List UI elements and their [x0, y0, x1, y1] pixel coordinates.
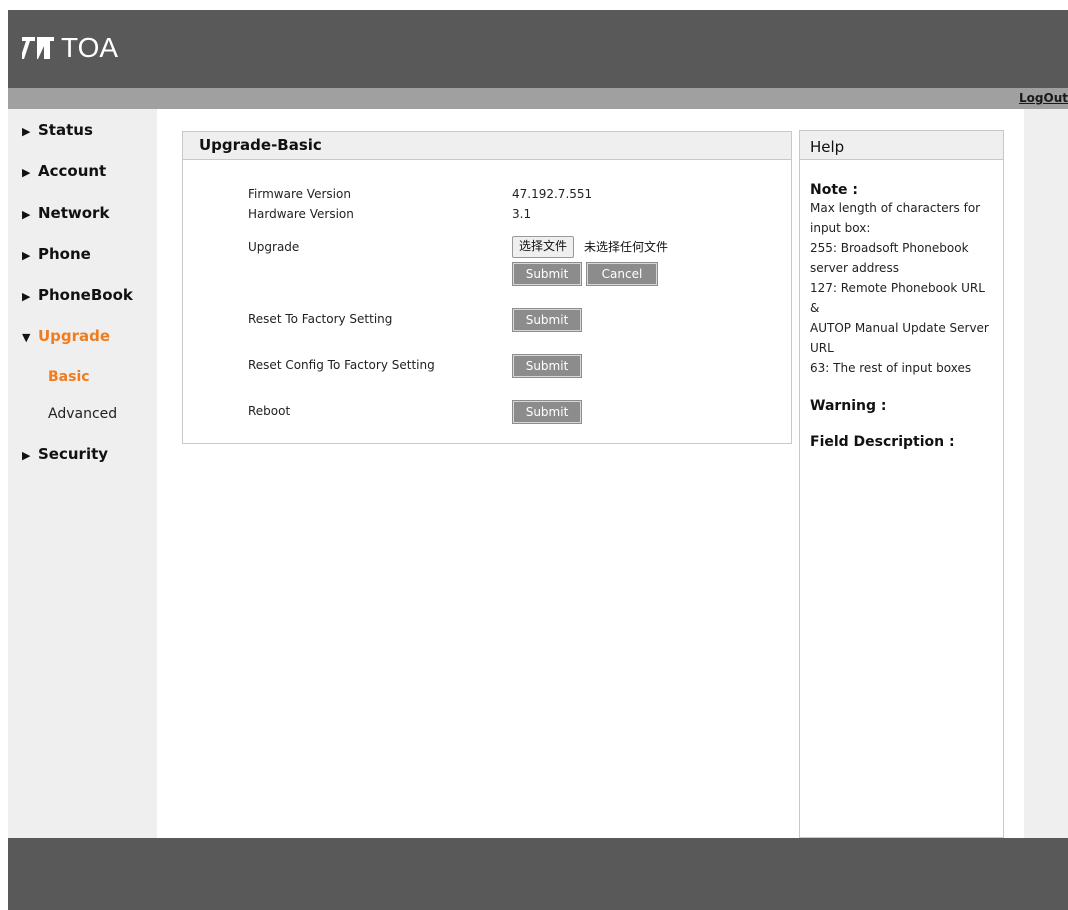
upgrade-basic-panel: Upgrade-Basic Firmware Version 47.192.7.… — [182, 131, 792, 444]
note-line: input box: — [810, 221, 871, 235]
triangle-right-icon: ▶ — [22, 125, 31, 138]
hardware-version-value: 3.1 — [512, 207, 532, 221]
note-line: 63: The rest of input boxes — [810, 361, 972, 375]
note-line: AUTOP Manual Update Server — [810, 321, 989, 335]
firmware-version-label: Firmware Version — [248, 187, 351, 201]
sidebar-subitem-advanced[interactable]: Advanced — [48, 406, 117, 422]
reboot-label: Reboot — [248, 404, 291, 418]
triangle-right-icon: ▶ — [22, 290, 31, 303]
triangle-right-icon: ▶ — [22, 449, 31, 462]
sidebar-item-account[interactable]: ▶ Account — [22, 162, 106, 180]
sidebar-item-security[interactable]: ▶ Security — [22, 445, 108, 463]
help-body: Note : Max length of characters for inpu… — [800, 182, 1003, 450]
reset-factory-label: Reset To Factory Setting — [248, 312, 393, 326]
logo-text: TOA — [61, 32, 119, 63]
top-subbar: LogOut — [8, 88, 1068, 109]
triangle-right-icon: ▶ — [22, 249, 31, 262]
logout-link[interactable]: LogOut — [1019, 91, 1068, 105]
sidebar-item-label: Phone — [38, 245, 91, 263]
help-panel: Help Note : Max length of characters for… — [799, 130, 1004, 838]
triangle-right-icon: ▶ — [22, 166, 31, 179]
triangle-right-icon: ▶ — [22, 208, 31, 221]
note-line: URL — [810, 341, 834, 355]
note-line: 255: Broadsoft Phonebook — [810, 241, 969, 255]
note-heading: Note : — [810, 182, 858, 198]
warning-heading: Warning : — [810, 398, 887, 414]
upgrade-label: Upgrade — [248, 240, 300, 254]
sidebar: ▶ Status ▶ Account ▶ Network ▶ Phone ▶ PhoneB… — [8, 109, 157, 838]
upgrade-cancel-button[interactable]: Cancel — [587, 263, 657, 285]
field-description-heading: Field Description : — [810, 434, 955, 450]
file-status-text: 未选择任何文件 — [584, 240, 669, 254]
note-lines: Max length of characters for input box: … — [810, 198, 993, 378]
reset-config-submit-button[interactable]: Submit — [513, 355, 581, 377]
sidebar-subitem-basic[interactable]: Basic — [48, 369, 90, 385]
upgrade-submit-button[interactable]: Submit — [513, 263, 581, 285]
toa-logo: TOA — [22, 32, 118, 64]
sidebar-item-label: Security — [38, 445, 109, 463]
sidebar-item-label: PhoneBook — [38, 286, 133, 304]
sidebar-item-label: Status — [38, 121, 93, 139]
reset-config-label: Reset Config To Factory Setting — [248, 358, 435, 372]
sidebar-item-phone[interactable]: ▶ Phone — [22, 245, 91, 263]
firmware-version-value: 47.192.7.551 — [512, 187, 593, 201]
sidebar-item-label: Account — [38, 162, 107, 180]
sidebar-item-label: Upgrade — [38, 327, 111, 345]
note-line: server address — [810, 261, 899, 275]
sidebar-item-network[interactable]: ▶ Network — [22, 204, 109, 222]
note-line: 127: Remote Phonebook URL & — [810, 281, 985, 315]
help-title: Help — [800, 131, 1003, 160]
reboot-submit-button[interactable]: Submit — [513, 401, 581, 423]
right-gutter — [1024, 109, 1068, 838]
footer-bar — [8, 838, 1068, 910]
sidebar-item-status[interactable]: ▶ Status — [22, 121, 93, 139]
triangle-down-icon: ▼ — [22, 331, 31, 344]
sidebar-item-upgrade[interactable]: ▼ Upgrade — [22, 327, 110, 345]
reset-factory-submit-button[interactable]: Submit — [513, 309, 581, 331]
toa-logo-icon — [22, 37, 54, 59]
header-bar: TOA — [8, 10, 1068, 88]
panel-title: Upgrade-Basic — [183, 132, 791, 160]
sidebar-item-phonebook[interactable]: ▶ PhoneBook — [22, 286, 133, 304]
hardware-version-label: Hardware Version — [248, 207, 354, 221]
sidebar-item-label: Network — [38, 204, 110, 222]
choose-file-button[interactable]: 选择文件 — [512, 236, 575, 258]
note-line: Max length of characters for — [810, 201, 981, 215]
